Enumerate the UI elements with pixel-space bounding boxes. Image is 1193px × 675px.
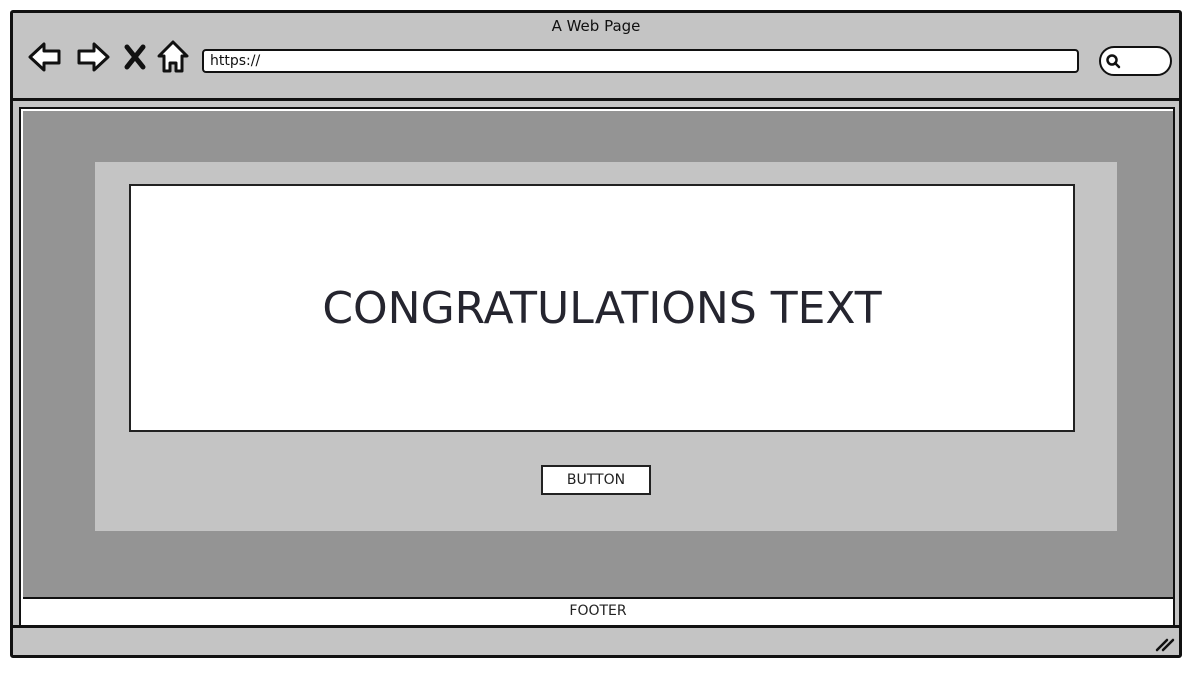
congratulations-text: CONGRATULATIONS TEXT	[322, 282, 882, 334]
page-footer: FOOTER	[23, 597, 1173, 623]
congratulations-box: CONGRATULATIONS TEXT	[129, 184, 1075, 432]
close-icon	[124, 44, 146, 70]
page-background: CONGRATULATIONS TEXT BUTTON	[23, 111, 1173, 597]
stop-button[interactable]	[121, 39, 149, 75]
title-bar: A Web Page https://	[13, 13, 1179, 101]
window-title: A Web Page	[551, 17, 641, 35]
url-input[interactable]: https://	[202, 49, 1079, 73]
action-button[interactable]: BUTTON	[541, 465, 651, 495]
forward-arrow-icon	[77, 42, 110, 72]
content-panel: CONGRATULATIONS TEXT BUTTON	[95, 162, 1117, 531]
search-icon	[1106, 54, 1121, 69]
forward-button[interactable]	[75, 39, 111, 75]
resize-grip-icon[interactable]	[1153, 633, 1175, 653]
home-icon	[157, 40, 189, 73]
home-button[interactable]	[155, 39, 191, 75]
back-button[interactable]	[27, 39, 63, 75]
page-viewport: CONGRATULATIONS TEXT BUTTON FOOTER	[19, 107, 1175, 627]
browser-window: A Web Page https:// CONGRATULATIONS TEXT…	[10, 10, 1182, 658]
search-button[interactable]	[1099, 46, 1172, 76]
status-bar	[13, 625, 1179, 655]
back-arrow-icon	[28, 42, 61, 72]
